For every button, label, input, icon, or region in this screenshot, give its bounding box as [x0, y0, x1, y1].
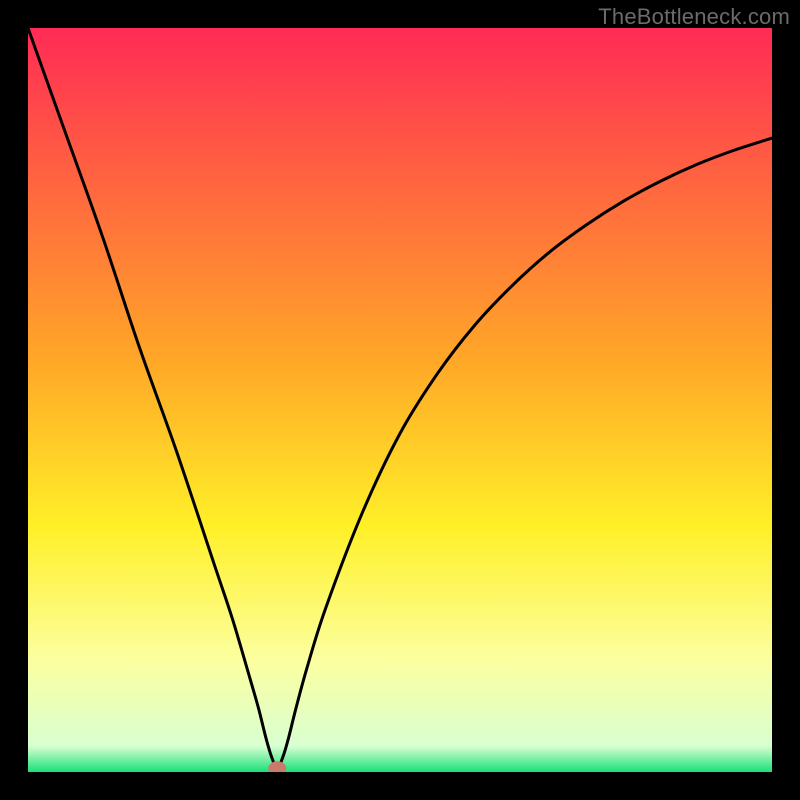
gradient-background — [28, 28, 772, 772]
bottleneck-chart — [28, 28, 772, 772]
watermark-text: TheBottleneck.com — [598, 4, 790, 30]
plot-frame — [28, 28, 772, 772]
